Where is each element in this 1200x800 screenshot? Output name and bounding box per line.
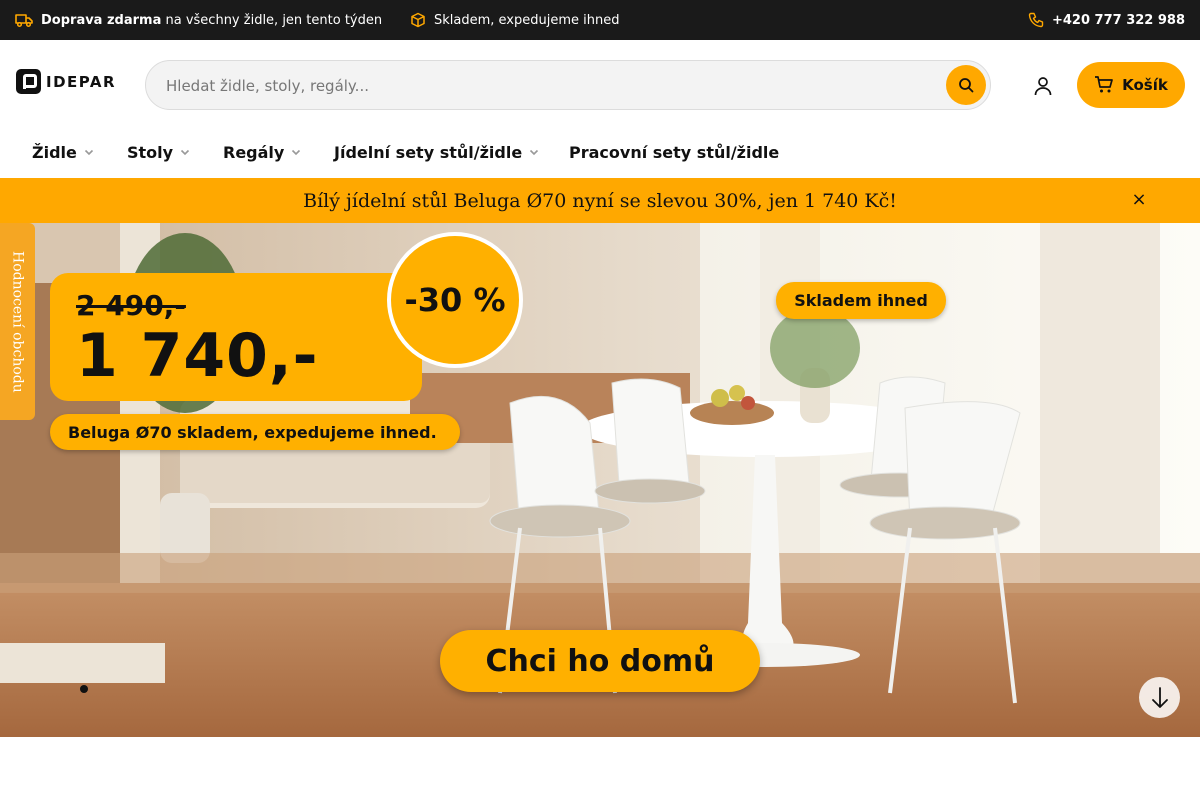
search-bar bbox=[145, 60, 991, 110]
discount-badge: -30 % bbox=[387, 232, 523, 368]
chevron-down-icon bbox=[181, 149, 190, 156]
stock-line: Beluga Ø70 skladem, expedujeme ihned. bbox=[50, 414, 460, 450]
site-logo[interactable]: IDEPAR bbox=[16, 69, 116, 94]
promo-banner: Bílý jídelní stůl Beluga Ø70 nyní se sle… bbox=[0, 178, 1200, 223]
close-icon[interactable]: × bbox=[1128, 188, 1150, 210]
nav-item-stoly[interactable]: Stoly bbox=[127, 128, 191, 176]
cta-button[interactable]: Chci ho domů bbox=[440, 630, 760, 692]
user-icon bbox=[1034, 77, 1052, 96]
phone-link[interactable]: +420 777 322 988 bbox=[1028, 0, 1185, 40]
phone-number: +420 777 322 988 bbox=[1051, 12, 1185, 28]
box-icon bbox=[410, 12, 426, 28]
search-input[interactable] bbox=[166, 73, 926, 99]
nav-item-pracovni-sety[interactable]: Pracovní sety stůl/židle bbox=[569, 128, 779, 176]
nav-item-label: Pracovní sety stůl/židle bbox=[569, 142, 780, 162]
shop-rating-tab[interactable]: Hodnocení obchodu bbox=[0, 223, 35, 420]
account-button[interactable] bbox=[1030, 73, 1056, 99]
nav-item-zidle[interactable]: Židle bbox=[32, 128, 95, 176]
shipping-text: Doprava zdarma na všechny židle, jen ten… bbox=[41, 12, 383, 28]
chevron-down-icon bbox=[530, 149, 539, 156]
nav-item-label: Stoly bbox=[127, 142, 174, 162]
stock-info: Skladem, expedujeme ihned bbox=[410, 0, 620, 40]
cart-button[interactable]: Košík bbox=[1077, 62, 1185, 108]
promo-text: Bílý jídelní stůl Beluga Ø70 nyní se sle… bbox=[303, 189, 897, 212]
chevron-down-icon bbox=[292, 149, 301, 156]
nav-item-jidelni-sety[interactable]: Jídelní sety stůl/židle bbox=[334, 128, 540, 176]
stock-badge: Skladem ihned bbox=[776, 282, 946, 319]
stock-text: Skladem, expedujeme ihned bbox=[434, 12, 620, 28]
old-price: 2 490,- bbox=[76, 289, 186, 322]
search-icon bbox=[959, 78, 974, 93]
nav-item-label: Regály bbox=[223, 142, 285, 162]
cart-icon bbox=[1095, 76, 1113, 93]
nav-item-regaly[interactable]: Regály bbox=[223, 128, 302, 176]
nav-item-label: Jídelní sety stůl/židle bbox=[334, 142, 523, 162]
logo-text: IDEPAR bbox=[46, 72, 117, 91]
cart-label: Košík bbox=[1122, 76, 1168, 94]
arrow-down-icon bbox=[1151, 686, 1168, 708]
nav-item-label: Židle bbox=[32, 142, 77, 162]
scroll-down-button[interactable] bbox=[1139, 677, 1180, 718]
carousel-dot[interactable] bbox=[80, 685, 88, 693]
hero-carousel: 2 490,- 1 740,- -30 % Beluga Ø70 skladem… bbox=[0, 223, 1200, 737]
phone-icon bbox=[1028, 12, 1044, 28]
truck-icon bbox=[15, 12, 33, 28]
chevron-down-icon bbox=[84, 149, 93, 156]
shipping-info: Doprava zdarma na všechny židle, jen ten… bbox=[15, 0, 382, 40]
logo-icon bbox=[16, 69, 41, 94]
top-info-bar: Doprava zdarma na všechny židle, jen ten… bbox=[0, 0, 1200, 40]
shop-rating-label: Hodnocení obchodu bbox=[9, 250, 26, 393]
site-header: IDEPAR Košík bbox=[0, 40, 1200, 128]
main-nav: Židle Stoly Regály Jídelní sety stůl/žid… bbox=[0, 128, 1200, 178]
new-price: 1 740,- bbox=[76, 321, 319, 391]
search-button[interactable] bbox=[946, 65, 986, 105]
